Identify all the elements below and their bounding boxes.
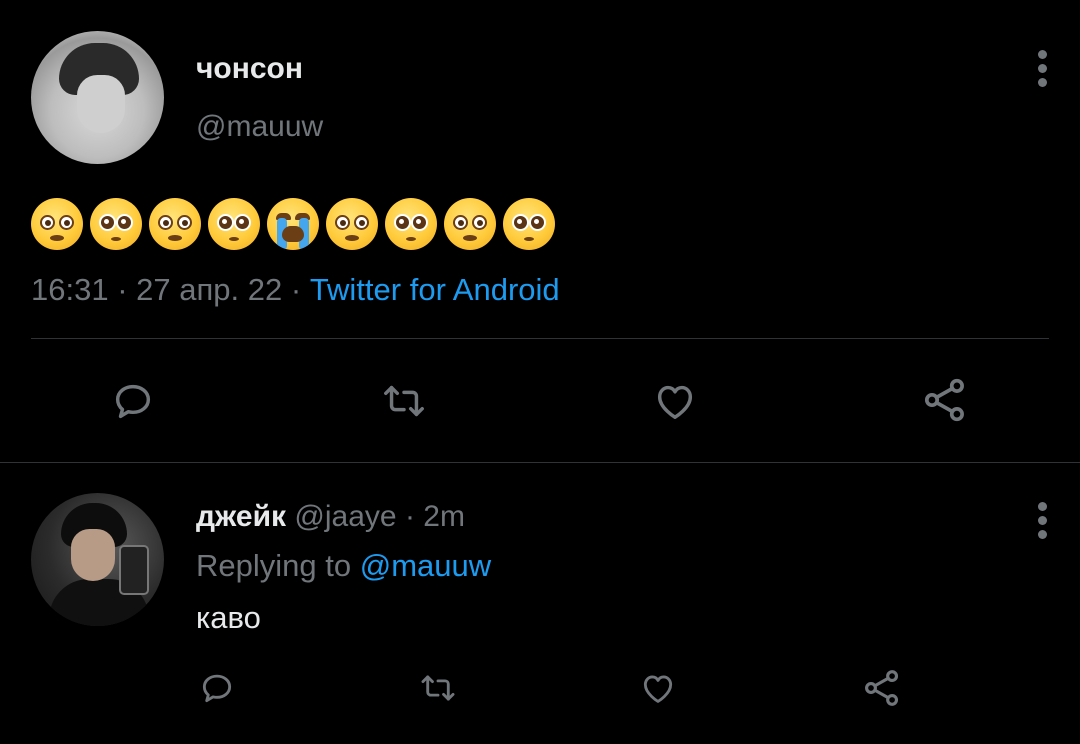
pleading-face-emoji bbox=[90, 198, 142, 250]
avatar-phone bbox=[119, 545, 149, 595]
tweet-meta: 16:31 · 27 апр. 22 · Twitter for Android bbox=[31, 272, 560, 308]
reply-header: джейк @jaaye · 2m bbox=[196, 500, 465, 534]
avatar-face bbox=[71, 529, 115, 581]
more-options-icon[interactable] bbox=[1030, 50, 1054, 90]
reply-retweet-button[interactable] bbox=[418, 669, 458, 707]
retweet-button[interactable] bbox=[380, 378, 428, 424]
share-button[interactable] bbox=[919, 374, 971, 426]
reply-like-button[interactable] bbox=[638, 669, 678, 707]
reply-reply-button[interactable] bbox=[198, 669, 236, 707]
avatar-face bbox=[77, 75, 125, 133]
reply-author-handle[interactable]: @jaaye bbox=[294, 500, 396, 533]
pleading-face-emoji bbox=[385, 198, 437, 250]
divider bbox=[0, 462, 1080, 463]
reply-age[interactable]: 2m bbox=[423, 500, 465, 533]
tweet-time[interactable]: 16:31 bbox=[31, 272, 109, 307]
reply-share-button[interactable] bbox=[860, 666, 904, 710]
replying-to: Replying to @mauuw bbox=[196, 548, 491, 584]
flushed-face-emoji bbox=[31, 198, 83, 250]
share-icon bbox=[865, 670, 899, 706]
tweet-emoji-text bbox=[31, 198, 555, 250]
tweet-date[interactable]: 27 апр. 22 bbox=[136, 272, 282, 307]
replying-to-handle[interactable]: @mauuw bbox=[360, 548, 491, 583]
tweet-source-link[interactable]: Twitter for Android bbox=[310, 272, 560, 307]
reply-icon bbox=[115, 384, 151, 419]
flushed-face-emoji bbox=[444, 198, 496, 250]
author-avatar[interactable] bbox=[31, 31, 164, 164]
meta-separator: · bbox=[290, 272, 302, 307]
flushed-face-emoji bbox=[326, 198, 378, 250]
retweet-icon bbox=[421, 675, 455, 701]
reply-text: каво bbox=[196, 600, 261, 635]
reply-button[interactable] bbox=[110, 378, 156, 424]
author-name[interactable]: чонсон bbox=[196, 52, 303, 86]
like-icon bbox=[657, 385, 693, 420]
reply-author-name[interactable]: джейк bbox=[196, 500, 286, 533]
reply-icon bbox=[202, 674, 232, 703]
like-icon bbox=[643, 675, 673, 703]
reply-more-options-icon[interactable] bbox=[1030, 502, 1054, 542]
header-separator: · bbox=[404, 500, 415, 533]
replying-to-label: Replying to bbox=[196, 548, 352, 583]
flushed-face-emoji bbox=[149, 198, 201, 250]
pleading-face-emoji bbox=[503, 198, 555, 250]
author-handle[interactable]: @mauuw bbox=[196, 110, 323, 144]
retweet-icon bbox=[384, 385, 424, 417]
meta-separator: · bbox=[117, 272, 128, 307]
divider bbox=[31, 338, 1049, 339]
pleading-face-emoji bbox=[208, 198, 260, 250]
like-button[interactable] bbox=[651, 378, 699, 424]
reply-author-avatar[interactable] bbox=[31, 493, 164, 626]
loudly-crying-face-emoji bbox=[267, 198, 319, 250]
share-icon bbox=[924, 378, 964, 422]
